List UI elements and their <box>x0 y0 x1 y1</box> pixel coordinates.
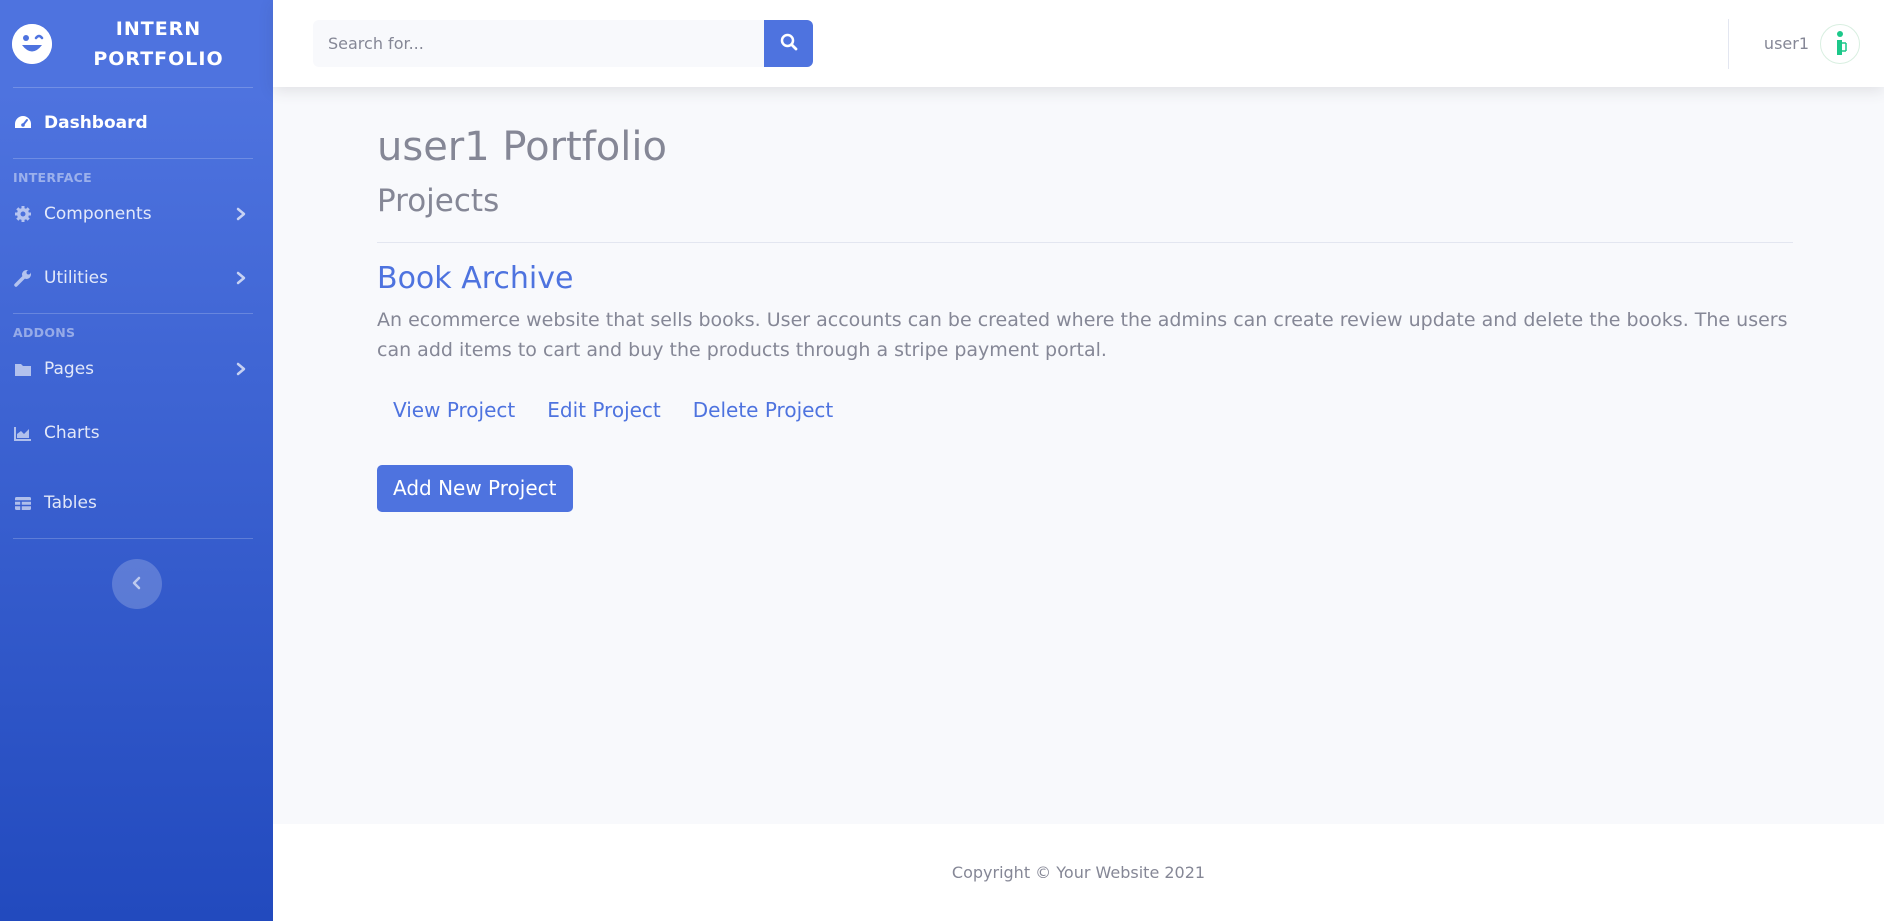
sidebar-item-tables[interactable]: Tables <box>0 468 273 538</box>
sidebar-item-dashboard[interactable]: Dashboard <box>0 88 273 158</box>
sidebar-item-components[interactable]: Components <box>0 185 273 243</box>
wrench-icon <box>13 268 33 288</box>
topbar: user1 <box>273 0 1884 87</box>
avatar[interactable] <box>1820 23 1860 64</box>
edit-project-link[interactable]: Edit Project <box>531 395 677 425</box>
sidebar-item-charts[interactable]: Charts <box>0 398 273 468</box>
sidebar-heading-interface: INTERFACE <box>13 170 92 185</box>
topbar-divider <box>1727 18 1729 69</box>
sidebar-divider <box>13 538 253 539</box>
chevron-right-icon <box>234 268 248 288</box>
project-description: An ecommerce website that sells books. U… <box>377 309 1788 362</box>
laugh-wink-icon <box>12 23 52 64</box>
sidebar-toggle-button[interactable] <box>111 559 162 609</box>
user-name[interactable]: user1 <box>1764 34 1809 53</box>
chart-area-icon <box>13 423 33 443</box>
add-new-project-button[interactable]: Add New Project <box>377 465 573 513</box>
sidebar-brand[interactable]: INTERN PORTFOLIO <box>0 0 273 87</box>
search-icon <box>780 33 798 55</box>
copyright-text: Copyright © Your Website 2021 <box>951 863 1206 882</box>
folder-icon <box>13 359 33 379</box>
sidebar-item-label: Utilities <box>44 268 108 288</box>
section-title: Projects <box>377 183 500 219</box>
delete-project-link[interactable]: Delete Project <box>677 395 850 425</box>
table-icon <box>13 493 33 513</box>
chevron-right-icon <box>234 359 248 379</box>
page-title: user1 Portfolio <box>377 124 667 170</box>
tachometer-icon <box>13 113 33 133</box>
section-divider <box>377 242 1793 244</box>
project-title: Book Archive <box>377 261 574 297</box>
view-project-link[interactable]: View Project <box>377 395 531 425</box>
sidebar-item-utilities[interactable]: Utilities <box>0 243 273 313</box>
chevron-left-icon <box>132 575 142 594</box>
brand-line-2: PORTFOLIO <box>93 47 224 70</box>
sidebar-item-label: Pages <box>44 359 95 379</box>
sidebar-item-label: Dashboard <box>44 113 148 133</box>
sidebar: INTERN PORTFOLIO Dashboard INTERFACE Com… <box>0 0 273 921</box>
search-input[interactable] <box>313 20 764 67</box>
sidebar-item-label: Tables <box>44 493 97 513</box>
chevron-right-icon <box>234 204 248 224</box>
sidebar-item-label: Components <box>44 204 152 224</box>
footer: Copyright © Your Website 2021 <box>273 824 1884 921</box>
search-button[interactable] <box>764 20 813 67</box>
cog-icon <box>13 204 33 224</box>
brand-line-1: INTERN <box>115 17 202 40</box>
main-content: user1 Portfolio Projects Book Archive An… <box>377 87 1793 513</box>
project-actions: View Project Edit Project Delete Project <box>377 395 1793 425</box>
sidebar-heading-addons: ADDONS <box>13 325 76 340</box>
sidebar-item-pages[interactable]: Pages <box>0 340 273 398</box>
sidebar-item-label: Charts <box>44 423 100 443</box>
search-form <box>313 20 813 67</box>
